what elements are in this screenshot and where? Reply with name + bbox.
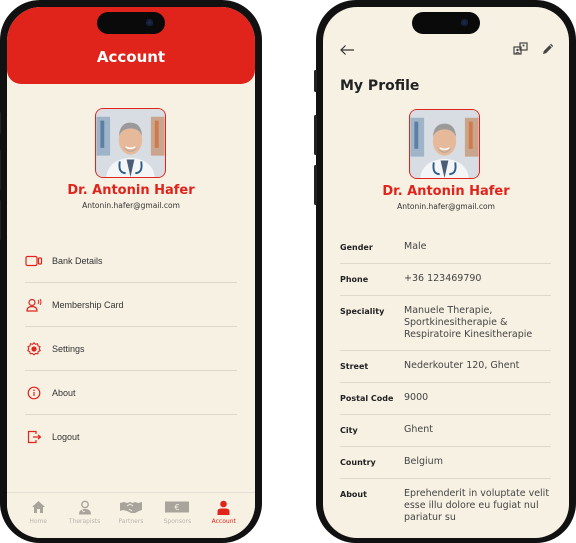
page-title: Account: [96, 48, 166, 66]
home-icon: [31, 499, 46, 515]
side-button: [314, 115, 317, 155]
field-label: Speciality: [340, 307, 385, 316]
doctor-photo: [410, 110, 479, 178]
dynamic-island: [412, 12, 480, 34]
tab-home[interactable]: Home: [16, 499, 60, 538]
back-arrow-icon[interactable]: [339, 43, 355, 61]
menu-item-logout[interactable]: Logout: [25, 415, 237, 459]
doctor-photo: [96, 109, 165, 177]
handshake-icon: [119, 499, 142, 515]
field-value: Eprehenderit in voluptate velit esse ill…: [404, 488, 550, 523]
tab-account[interactable]: Account: [202, 499, 246, 538]
euro-note-icon: €: [165, 499, 190, 515]
bank-card-icon: [25, 254, 43, 268]
tab-therapists[interactable]: Therapists: [63, 499, 107, 538]
field-speciality: Speciality Manuele Therapie, Sportkinesi…: [340, 296, 551, 351]
field-label: Gender: [340, 243, 373, 252]
avatar[interactable]: [95, 108, 166, 178]
field-country: Country Belgium: [340, 447, 551, 479]
field-label: City: [340, 426, 358, 435]
field-about: About Eprehenderit in voluptate velit es…: [340, 479, 551, 533]
menu-item-label: Bank Details: [52, 255, 103, 266]
menu-item-settings[interactable]: Settings: [25, 327, 237, 371]
phone-account: Account Dr. Antonin Hafer Antonin.hafer@…: [0, 0, 262, 543]
camera-icon: [146, 19, 153, 26]
field-city: City Ghent: [340, 415, 551, 447]
field-value: Belgium: [404, 456, 443, 467]
therapist-icon: [78, 499, 92, 515]
membership-user-icon: [25, 298, 43, 312]
account-menu: Bank Details Membership Card Settings Ab…: [25, 239, 237, 459]
field-label: Country: [340, 458, 376, 467]
menu-item-bank-details[interactable]: Bank Details: [25, 239, 237, 283]
tab-label: Account: [211, 518, 236, 525]
tab-partners[interactable]: Partners: [109, 499, 153, 538]
tab-label: Sponsors: [163, 518, 192, 525]
field-postal-code: Postal Code 9000: [340, 383, 551, 415]
camera-icon: [461, 19, 468, 26]
side-button: [314, 70, 317, 92]
dynamic-island: [97, 12, 165, 34]
field-value: Manuele Therapie, Sportkinesitherapie & …: [404, 305, 533, 340]
field-value: Ghent: [404, 424, 433, 435]
side-button: [314, 165, 317, 205]
profile-email: Antonin.hafer@gmail.com: [397, 202, 495, 211]
profile-email: Antonin.hafer@gmail.com: [82, 201, 180, 210]
field-value: Nederkouter 120, Ghent: [404, 360, 520, 371]
field-value: +36 123469790: [404, 273, 482, 284]
field-label: Postal Code: [340, 394, 394, 403]
tab-label: Home: [29, 518, 48, 525]
menu-item-about[interactable]: About: [25, 371, 237, 415]
field-value: Male: [404, 241, 427, 252]
stage: Account Dr. Antonin Hafer Antonin.hafer@…: [0, 0, 576, 543]
profile-screen: My Profile Dr. Antonin Hafer Antonin.haf…: [323, 7, 569, 538]
menu-item-membership-card[interactable]: Membership Card: [25, 283, 237, 327]
side-button: [0, 150, 1, 190]
profile-name: Dr. Antonin Hafer: [382, 184, 510, 199]
tab-label: Partners: [118, 518, 144, 525]
avatar[interactable]: [409, 109, 480, 179]
edit-pencil-icon[interactable]: [541, 42, 555, 61]
phone-profile: My Profile Dr. Antonin Hafer Antonin.haf…: [314, 0, 576, 543]
user-icon: [217, 499, 230, 515]
info-icon: [25, 386, 43, 400]
tab-label: Therapists: [68, 518, 101, 525]
menu-item-label: About: [52, 387, 76, 398]
id-card-switch-icon[interactable]: [513, 42, 528, 61]
page-title: My Profile: [340, 78, 420, 94]
side-button: [0, 200, 1, 240]
svg-text:€: €: [175, 503, 180, 512]
account-screen: Account Dr. Antonin Hafer Antonin.hafer@…: [7, 7, 255, 538]
profile-fields: Gender Male Phone +36 123469790 Speciali…: [340, 232, 551, 533]
field-label: Phone: [340, 275, 369, 284]
field-gender: Gender Male: [340, 232, 551, 264]
field-label: About: [340, 490, 367, 499]
logout-icon: [25, 430, 43, 444]
field-label: Street: [340, 362, 369, 371]
profile-name: Dr. Antonin Hafer: [67, 183, 195, 198]
tab-sponsors[interactable]: € Sponsors: [155, 499, 199, 538]
field-phone: Phone +36 123469790: [340, 264, 551, 296]
menu-item-label: Logout: [52, 432, 80, 442]
gear-icon: [25, 341, 43, 356]
bottom-tab-bar: Home Therapists Partners € Sponsors Acco…: [7, 492, 255, 538]
side-button: [0, 112, 1, 134]
field-value: 9000: [404, 392, 429, 403]
menu-item-label: Settings: [52, 343, 85, 354]
menu-item-label: Membership Card: [52, 299, 124, 310]
field-street: Street Nederkouter 120, Ghent: [340, 351, 551, 383]
